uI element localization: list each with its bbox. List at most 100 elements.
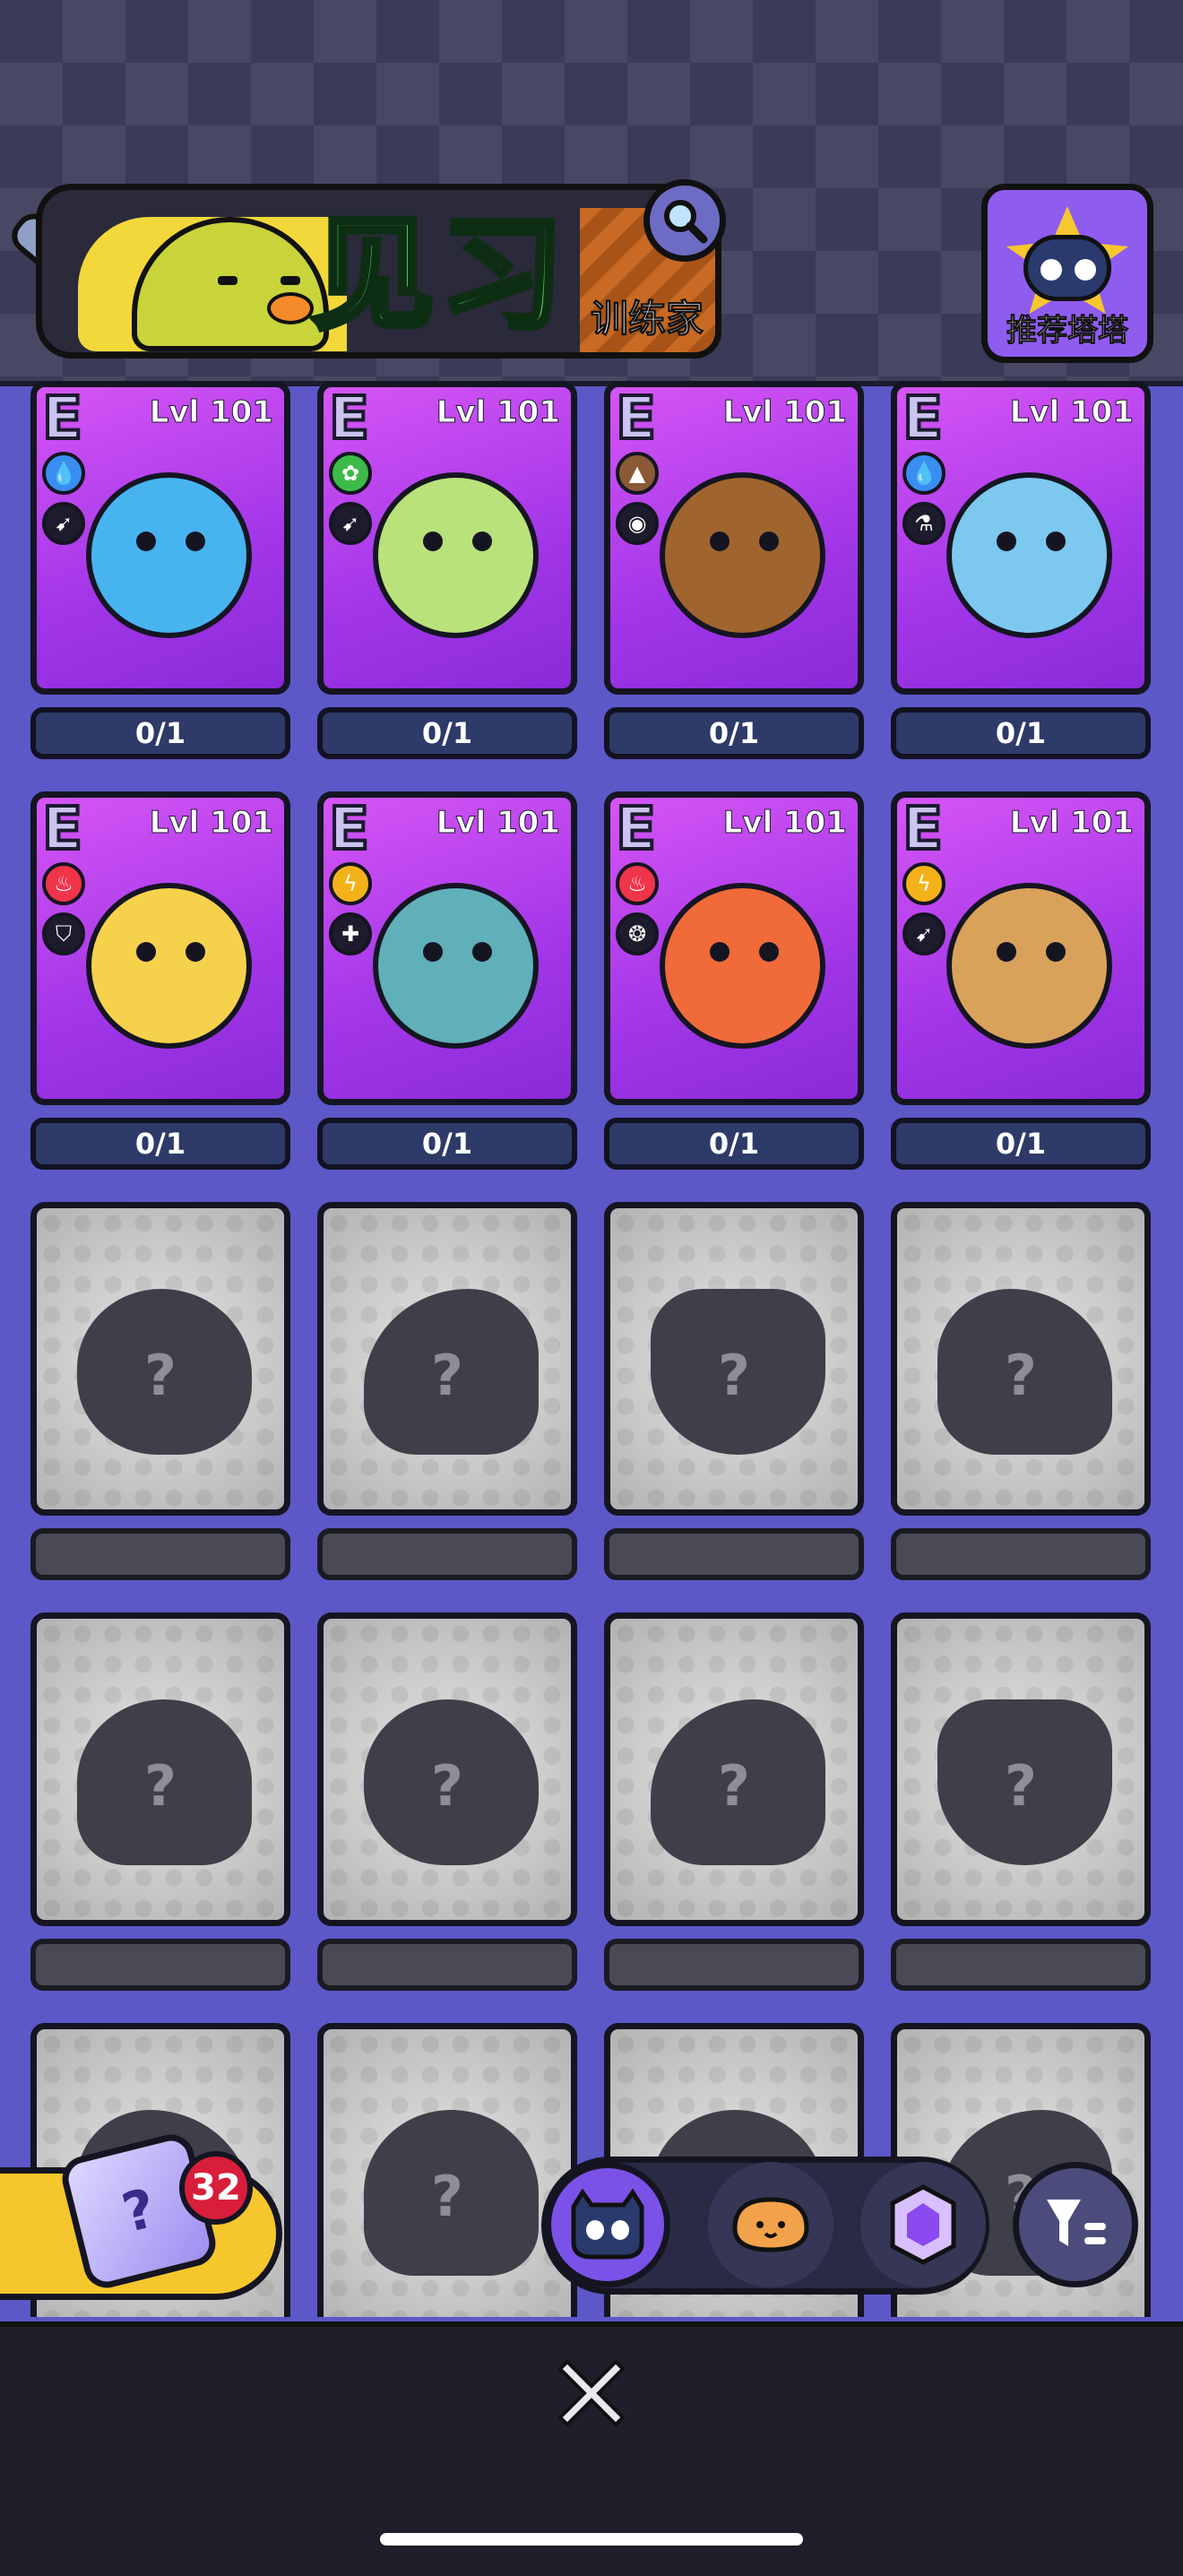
attack-icon: ➹ — [902, 912, 946, 955]
shield-icon: ⛉ — [42, 912, 85, 955]
creature-portrait — [86, 472, 252, 638]
creature-portrait — [946, 883, 1112, 1049]
empty-progress — [30, 1528, 290, 1580]
rarity-letter: E — [327, 794, 371, 863]
filter-robot-button[interactable] — [545, 2162, 670, 2287]
locked-slot: ? — [891, 1202, 1151, 1612]
creature-card[interactable]: E Lvl 101 ♨ ⛉ — [30, 791, 290, 1105]
locked-slot: ? — [604, 1612, 864, 2023]
level-label: Lvl 101 — [436, 805, 560, 842]
collection-progress: 0/1 — [317, 707, 577, 759]
close-button[interactable] — [547, 2348, 636, 2438]
locked-creature-card[interactable]: ? — [317, 2023, 577, 2317]
question-mark: ? — [1005, 1753, 1037, 1819]
leaf-icon: ✿ — [329, 452, 372, 495]
collection-progress: 0/1 — [30, 707, 290, 759]
rarity-letter: E — [327, 384, 371, 453]
level-label: Lvl 101 — [722, 394, 847, 431]
locked-slot: ? — [317, 2023, 577, 2317]
question-mark: ? — [431, 1753, 463, 1819]
filter-gem-button[interactable] — [860, 2162, 986, 2287]
recommend-button[interactable]: 推荐塔塔 — [981, 184, 1153, 363]
creature-slot: E Lvl 101 ϟ ✚ 0/1 — [317, 791, 577, 1202]
plus-icon: ✚ — [329, 912, 372, 955]
filter-sort-icon — [1047, 2200, 1106, 2246]
box-count-badge: 32 — [179, 2151, 253, 2225]
locked-creature-card[interactable]: ? — [891, 1612, 1151, 1926]
level-label: Lvl 101 — [1009, 805, 1134, 842]
question-mark: ? — [1005, 1343, 1037, 1408]
locked-slot: ? — [30, 1202, 290, 1612]
lightning-icon: ϟ — [329, 862, 372, 905]
creature-slot: E Lvl 101 ♨ ❂ 0/1 — [604, 791, 864, 1202]
locked-creature-card[interactable]: ? — [891, 1202, 1151, 1516]
rarity-letter: E — [614, 384, 658, 453]
locked-creature-card[interactable]: ? — [30, 1202, 290, 1516]
rock-icon: ▲ — [616, 452, 659, 495]
creature-card[interactable]: E Lvl 101 ▲ ◉ — [604, 381, 864, 695]
creature-card[interactable]: E Lvl 101 💧 ⚗ — [891, 381, 1151, 695]
creature-card[interactable]: E Lvl 101 ϟ ➹ — [891, 791, 1151, 1105]
creature-slot: E Lvl 101 ▲ ◉ 0/1 — [604, 381, 864, 791]
question-mark: ? — [144, 1753, 177, 1819]
attack-icon: ➹ — [42, 502, 85, 545]
rarity-letter: E — [40, 794, 84, 863]
level-label: Lvl 101 — [149, 805, 273, 842]
locked-creature-card[interactable]: ? — [30, 1612, 290, 1926]
locked-creature-card[interactable]: ? — [604, 1202, 864, 1516]
locked-slot: ? — [891, 1612, 1151, 2023]
robot-face-icon — [571, 2189, 644, 2260]
rarity-letter: E — [901, 794, 945, 863]
collection-progress: 0/1 — [30, 1118, 290, 1170]
collection-grid: E Lvl 101 💧 ➹ 0/1 E Lvl 101 ✿ ➹ 0/1 E Lvl 101 ▲ ◉ 0/1 E… — [30, 381, 1153, 2317]
empty-progress — [317, 1528, 577, 1580]
collection-progress: 0/1 — [891, 1118, 1151, 1170]
collection-progress: 0/1 — [604, 1118, 864, 1170]
level-label: Lvl 101 — [1009, 394, 1134, 431]
mascot-beak — [267, 292, 314, 324]
search-icon — [664, 200, 708, 244]
rarity-letter: E — [40, 384, 84, 453]
attack-icon: ➹ — [329, 502, 372, 545]
flame-icon: ♨ — [616, 862, 659, 905]
collection-progress: 0/1 — [317, 1118, 577, 1170]
collection-progress: 0/1 — [604, 707, 864, 759]
water-drop-icon: 💧 — [902, 452, 946, 495]
close-icon — [557, 2359, 626, 2427]
creature-slot: E Lvl 101 ϟ ➹ 0/1 — [891, 791, 1151, 1202]
locked-creature-card[interactable]: ? — [604, 1612, 864, 1926]
empty-progress — [891, 1939, 1151, 1991]
creature-card[interactable]: E Lvl 101 💧 ➹ — [30, 381, 290, 695]
question-mark: ? — [431, 1343, 463, 1408]
creature-card[interactable]: E Lvl 101 ϟ ✚ — [317, 791, 577, 1105]
locked-creature-card[interactable]: ? — [317, 1202, 577, 1516]
empty-progress — [30, 1939, 290, 1991]
creature-portrait — [373, 472, 539, 638]
creature-card[interactable]: E Lvl 101 ✿ ➹ — [317, 381, 577, 695]
sort-filter-button[interactable] — [1013, 2162, 1138, 2287]
empty-progress — [317, 1939, 577, 1991]
creature-portrait — [660, 472, 825, 638]
creature-portrait — [946, 472, 1112, 638]
header: 见习 训练家 推荐塔塔 — [0, 0, 1183, 386]
filter-bread-button[interactable] — [708, 2162, 833, 2287]
page-title: 见习 — [308, 203, 570, 347]
collection-progress: 0/1 — [891, 707, 1151, 759]
creature-card[interactable]: E Lvl 101 ♨ ❂ — [604, 791, 864, 1105]
creature-slot: E Lvl 101 ♨ ⛉ 0/1 — [30, 791, 290, 1202]
home-indicator[interactable] — [380, 2533, 803, 2546]
question-mark: ? — [144, 1343, 177, 1408]
locked-slot: ? — [317, 1612, 577, 2023]
water-drop-icon: 💧 — [42, 452, 85, 495]
creature-slot: E Lvl 101 ✿ ➹ 0/1 — [317, 381, 577, 791]
locked-creature-card[interactable]: ? — [317, 1612, 577, 1926]
robot-face-icon — [1023, 235, 1111, 301]
spiral-icon: ❂ — [616, 912, 659, 955]
rarity-letter: E — [614, 794, 658, 863]
recommend-label: 推荐塔塔 — [1006, 313, 1129, 350]
creature-slot: E Lvl 101 💧 ➹ 0/1 — [30, 381, 290, 791]
bread-icon — [732, 2197, 809, 2252]
search-button[interactable] — [643, 179, 726, 262]
creature-portrait — [86, 883, 252, 1049]
creature-slot: E Lvl 101 💧 ⚗ 0/1 — [891, 381, 1151, 791]
